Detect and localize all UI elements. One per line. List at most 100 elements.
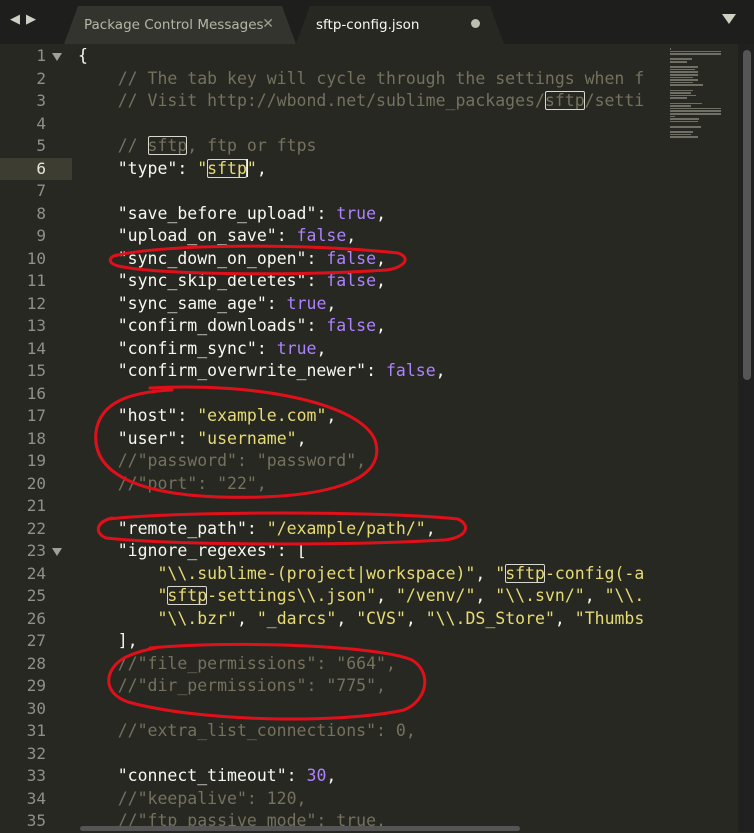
line-number: 17 [26,406,46,425]
fold-arrow-icon[interactable] [52,53,62,61]
code-token: , [435,361,446,380]
code-line[interactable]: "type": "sftp", [78,158,267,181]
code-token: " [495,563,506,583]
minimap-line [670,136,698,138]
line-number: 24 [26,563,46,583]
line-number: 28 [26,653,46,673]
scrollbar-thumb[interactable] [743,50,751,380]
code-token: "remote_path" [117,518,247,538]
line-number-gutter: 1 2 3 4 5 6 7 8 9 10 11 12 13 14 15 16 17 18 19 20 21 22 23 24 2… [0,44,72,832]
code-line[interactable]: //"password": "password", [78,450,366,473]
code-line[interactable]: // sftp, ftp or ftps [78,135,316,158]
code-token: -settings\\.json" [207,586,377,605]
line-number: 6 [36,158,46,178]
code-line[interactable]: { [78,45,88,68]
fold-arrow-icon[interactable] [52,548,62,556]
code-line[interactable]: //"file_permissions": "664", [78,653,396,676]
tab-bar: ◀▶ Package Control Messages ✕ sftp-confi… [0,0,754,44]
code-line[interactable]: "\\.sublime-(project|workspace)", "sftp-… [78,563,644,586]
code-line[interactable]: //"extra_list_connections": 0, [78,720,416,743]
code-area[interactable]: { // The tab key will cycle through the … [72,44,664,832]
close-icon[interactable]: ✕ [262,16,274,32]
code-token: , [326,766,337,785]
line-number: 29 [26,676,46,695]
code-token: , [376,248,386,268]
code-token: : [177,428,198,448]
code-line[interactable]: "sync_down_on_open": false, [78,248,386,271]
code-line[interactable]: ], [78,630,138,653]
code-token: , [326,293,337,313]
tab-sftp-config[interactable]: sftp-config.json [296,6,504,44]
code-token: : [366,361,386,380]
line-number: 20 [26,473,46,493]
code-token: "confirm_overwrite_newer" [117,361,367,380]
scrollbar-thumb[interactable] [80,826,520,831]
code-line[interactable]: "ignore_regexes": [ [78,540,307,563]
minimap-line [670,126,701,128]
code-token: //"extra_list_connections": 0, [78,721,416,740]
code-token: // [78,136,148,155]
code-line[interactable]: "save_before_upload": true, [78,203,386,226]
code-token: : [306,316,327,335]
code-token: : [306,248,327,268]
code-token: /setti [584,91,645,110]
minimap[interactable] [666,44,738,832]
code-token: : [246,518,267,538]
code-token: "example.com" [197,406,327,425]
code-line[interactable]: //"port": "22", [78,473,267,496]
line-number: 26 [26,608,46,628]
code-token: { [78,46,88,65]
minimap-line [670,61,688,63]
code-token: : [306,271,327,290]
code-token: "\\. [604,586,645,605]
code-token: "username" [197,428,297,448]
code-line[interactable]: // Visit http://wbond.net/sublime_packag… [78,90,644,113]
code-line[interactable]: "confirm_downloads": false, [78,315,386,338]
code-line[interactable]: "sftp-settings\\.json", "/venv/", "\\.sv… [78,585,644,608]
tab-package-control-messages[interactable]: Package Control Messages ✕ [64,6,296,44]
tab-label: sftp-config.json [316,17,420,33]
vertical-scrollbar[interactable] [738,44,754,832]
code-line[interactable]: "\\.bzr", "_darcs", "CVS", "\\.DS_Store"… [78,608,644,631]
code-token: : [286,766,307,785]
horizontal-scrollbar[interactable] [0,824,740,832]
code-line[interactable]: "confirm_overwrite_newer": false, [78,360,446,383]
tab-nav-arrows-icon[interactable]: ◀▶ [10,12,42,27]
code-line[interactable]: //"dir_permissions": "775", [78,675,386,698]
code-line[interactable]: "confirm_sync": true, [78,338,327,361]
code-token: "/example/path/" [266,518,426,538]
editor[interactable]: 1 2 3 4 5 6 7 8 9 10 11 12 13 14 15 16 17 18 19 20 21 22 23 24 2… [0,44,754,832]
code-token: , [425,518,436,538]
code-line[interactable]: "sync_same_age": true, [78,293,337,316]
code-token: //"dir_permissions": "775", [78,676,386,695]
unsaved-dot-icon[interactable] [471,19,480,28]
line-number: 16 [26,383,46,403]
code-line[interactable]: "connect_timeout": 30, [78,765,337,788]
code-token: false [326,248,377,268]
code-line[interactable]: "upload_on_save": false, [78,225,356,248]
line-number: 23 [26,541,46,560]
code-line[interactable]: "sync_skip_deletes": false, [78,270,386,293]
code-line[interactable]: "remote_path": "/example/path/", [78,518,436,541]
code-line[interactable]: //"keepalive": 120, [78,788,307,811]
code-token: "\\.bzr" [157,608,237,628]
tab-menu-chevron-down-icon[interactable] [722,14,736,24]
code-token: : [256,338,277,358]
code-token: " [157,586,168,605]
line-number: 10 [26,248,46,268]
code-token: , [376,271,386,290]
code-line[interactable]: "host": "example.com", [78,405,337,428]
line-number: 32 [26,743,46,763]
tab-label: Package Control Messages [84,17,264,33]
line-number: 22 [26,518,46,538]
code-line[interactable]: // The tab key will cycle through the se… [78,68,645,91]
minimap-line [670,66,698,68]
code-token: "sync_same_age" [117,293,267,313]
code-line[interactable]: "user": "username", [78,428,307,451]
